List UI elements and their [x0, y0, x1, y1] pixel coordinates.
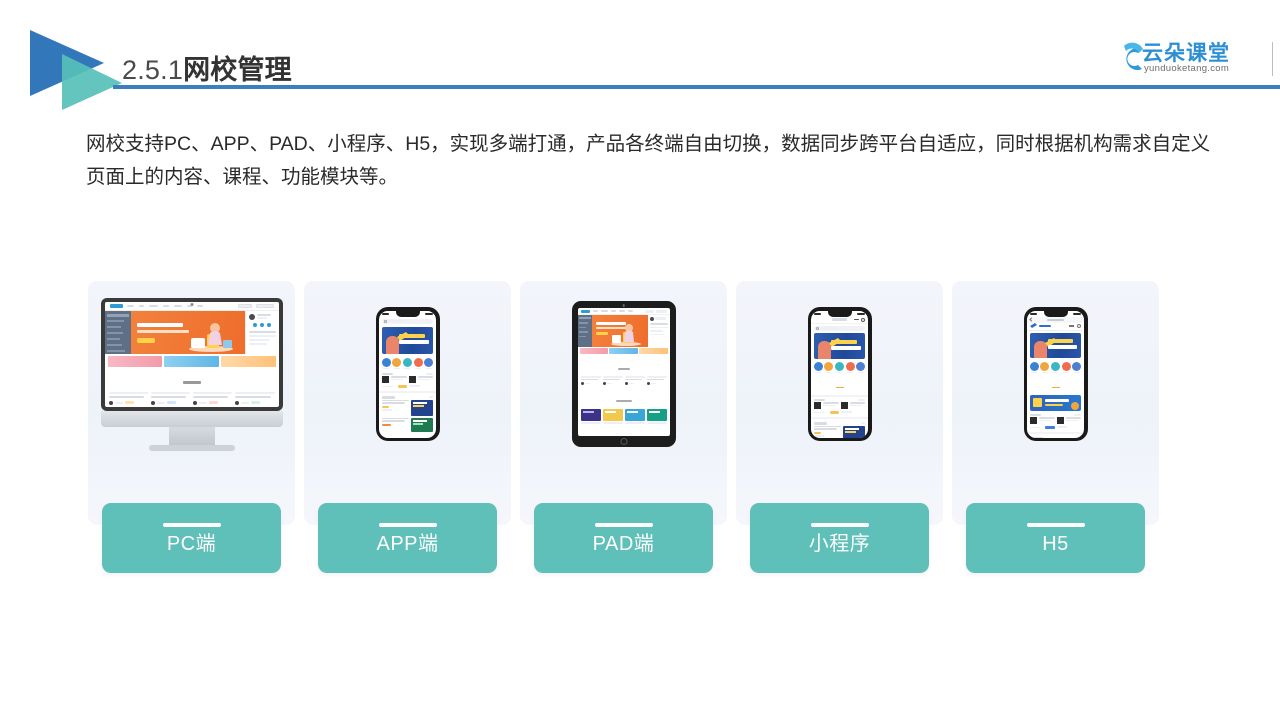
platform-pill-pad[interactable]: PAD端: [534, 503, 713, 573]
title-underline-rule: [113, 85, 1280, 89]
device-mockup-phone-miniprogram: [736, 281, 943, 467]
platform-card-pad[interactable]: PAD端: [520, 281, 727, 573]
device-mockup-desktop: [88, 281, 295, 467]
pill-accent-bar: [378, 522, 437, 527]
pill-accent-bar: [162, 522, 221, 527]
platform-label: PC端: [166, 532, 217, 555]
page-title: 2.5.1网校管理: [122, 48, 292, 87]
platform-card-row: PC端 APP端 PAD端 小程序 H5: [88, 281, 1195, 573]
platform-pill-h5[interactable]: H5: [966, 503, 1145, 573]
body-paragraph: 网校支持PC、APP、PAD、小程序、H5，实现多端打通，产品各终端自由切换，数…: [86, 133, 1211, 188]
decorative-arrow-logo: [26, 28, 130, 110]
platform-card-h5[interactable]: H5: [952, 281, 1159, 573]
page-title-text: 网校管理: [183, 55, 292, 85]
platform-card-app[interactable]: APP端: [304, 281, 511, 573]
slide-root: 2.5.1网校管理 云朵课堂 yunduoketang.com 教育机构一站 式…: [0, 0, 1280, 720]
platform-card-pc[interactable]: PC端: [88, 281, 295, 573]
device-mockup-phone-app: [304, 281, 511, 467]
platform-label: H5: [1042, 532, 1069, 555]
pill-accent-bar: [1026, 522, 1085, 527]
brand-url: yunduoketang.com: [1144, 63, 1230, 74]
platform-pill-pc[interactable]: PC端: [102, 503, 281, 573]
brand-logo: 云朵课堂 yunduoketang.com 教育机构一站 式服务云平台: [1112, 36, 1273, 82]
platform-card-miniprogram[interactable]: 小程序: [736, 281, 943, 573]
page-title-number: 2.5.1: [122, 55, 184, 85]
platform-pill-app[interactable]: APP端: [318, 503, 497, 573]
logo-divider: [1272, 42, 1273, 76]
pill-accent-bar: [594, 522, 653, 527]
pill-accent-bar: [810, 522, 869, 527]
platform-label: APP端: [376, 532, 439, 555]
device-mockup-tablet: [520, 281, 727, 467]
platform-label: 小程序: [808, 532, 871, 555]
platform-pill-miniprogram[interactable]: 小程序: [750, 503, 929, 573]
platform-label: PAD端: [592, 532, 655, 555]
device-mockup-phone-h5: [952, 281, 1159, 467]
